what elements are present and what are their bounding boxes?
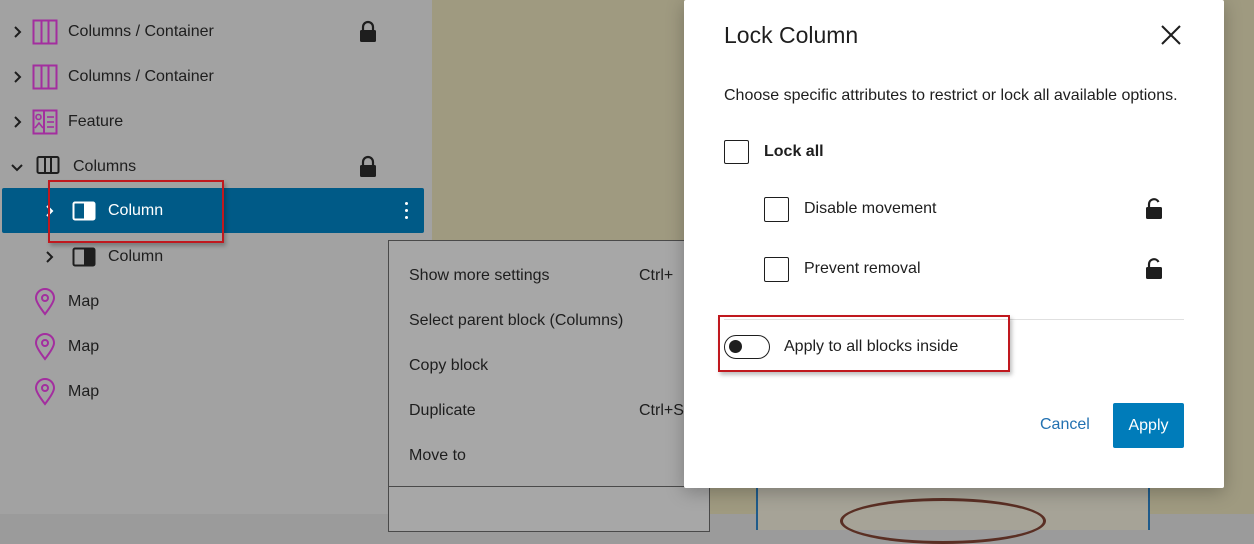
menu-shortcut: Ctrl+S [639, 402, 684, 419]
list-item-label: Columns / Container [68, 67, 214, 85]
chevron-right-icon[interactable] [11, 70, 23, 83]
unlock-icon [1144, 257, 1164, 281]
column-icon [72, 245, 98, 271]
lock-all-checkbox[interactable] [724, 140, 749, 164]
more-options-icon[interactable] [398, 199, 414, 223]
dialog-title: Lock Column [724, 22, 859, 48]
feature-icon [32, 109, 58, 135]
menu-shortcut: Ctrl+ [639, 267, 674, 284]
list-item-label: Columns [73, 157, 137, 175]
columns-container-icon [32, 64, 58, 90]
menu-item-copy-block[interactable]: Copy block [409, 357, 488, 375]
block-options-menu: Show more settings Ctrl+ Select parent b… [388, 240, 710, 532]
prevent-removal-label: Prevent removal [804, 260, 921, 277]
list-item-label: Map [68, 337, 100, 355]
lock-icon[interactable] [358, 20, 378, 44]
map-pin-icon [34, 333, 60, 361]
canvas-shape [840, 498, 1046, 544]
map-pin-icon [34, 288, 60, 316]
columns-container-icon [32, 19, 58, 45]
list-item-columns-container[interactable]: Columns / Container [0, 9, 424, 54]
lock-icon[interactable] [358, 155, 378, 179]
list-item-map[interactable]: Map [0, 369, 424, 414]
unlock-icon [1144, 197, 1164, 221]
menu-item-select-parent[interactable]: Select parent block (Columns) [409, 312, 623, 330]
dialog-description: Choose specific attributes to restrict o… [724, 87, 1178, 104]
list-item-label: Map [68, 292, 100, 310]
list-item-label: Map [68, 382, 100, 400]
columns-icon [36, 153, 62, 179]
list-item-label: Feature [68, 112, 124, 130]
disable-movement-checkbox[interactable] [764, 197, 789, 222]
cancel-button[interactable]: Cancel [1040, 416, 1090, 434]
disable-movement-label: Disable movement [804, 200, 937, 217]
chevron-right-icon[interactable] [11, 115, 23, 128]
chevron-right-icon[interactable] [43, 250, 55, 263]
close-icon[interactable] [1158, 22, 1184, 48]
map-pin-icon [34, 378, 60, 406]
menu-item-move-to[interactable]: Move to [409, 447, 466, 465]
list-item-columns-container[interactable]: Columns / Container [0, 54, 424, 99]
list-item-label: Columns / Container [68, 22, 214, 40]
chevron-down-icon[interactable] [11, 161, 23, 173]
annotation-highlight-column [48, 180, 224, 243]
lock-column-dialog: Lock Column Choose specific attributes t… [684, 0, 1224, 488]
menu-divider [389, 486, 709, 487]
list-item-map[interactable]: Map [0, 279, 424, 324]
chevron-right-icon[interactable] [11, 25, 23, 38]
apply-button[interactable]: Apply [1113, 403, 1184, 448]
list-item-map[interactable]: Map [0, 324, 424, 369]
lock-all-label: Lock all [764, 143, 824, 160]
annotation-highlight-toggle [718, 315, 1010, 372]
menu-item-duplicate[interactable]: Duplicate [409, 402, 476, 420]
prevent-removal-checkbox[interactable] [764, 257, 789, 282]
list-view-panel: Columns / Container Columns / Container … [0, 0, 432, 514]
list-item-feature[interactable]: Feature [0, 99, 424, 144]
menu-item-show-more-settings[interactable]: Show more settings [409, 267, 550, 285]
list-item-label: Column [108, 247, 164, 265]
